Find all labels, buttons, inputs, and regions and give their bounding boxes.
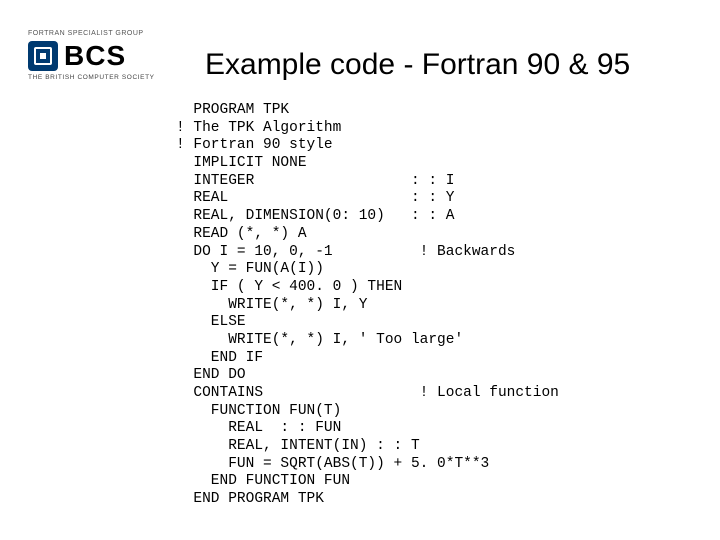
slide: FORTRAN SPECIALIST GROUP BCS THE BRITISH… xyxy=(0,0,720,540)
logo-row: BCS xyxy=(28,41,168,71)
logo-block: FORTRAN SPECIALIST GROUP BCS THE BRITISH… xyxy=(28,30,168,81)
code-block: PROGRAM TPK ! The TPK Algorithm ! Fortra… xyxy=(176,102,559,509)
slide-title: Example code - Fortran 90 & 95 xyxy=(205,48,630,82)
logo-top-text: FORTRAN SPECIALIST GROUP xyxy=(28,30,168,37)
bcs-logo-icon xyxy=(28,41,58,71)
logo-text: BCS xyxy=(64,42,126,70)
logo-subtitle: THE BRITISH COMPUTER SOCIETY xyxy=(28,74,168,81)
